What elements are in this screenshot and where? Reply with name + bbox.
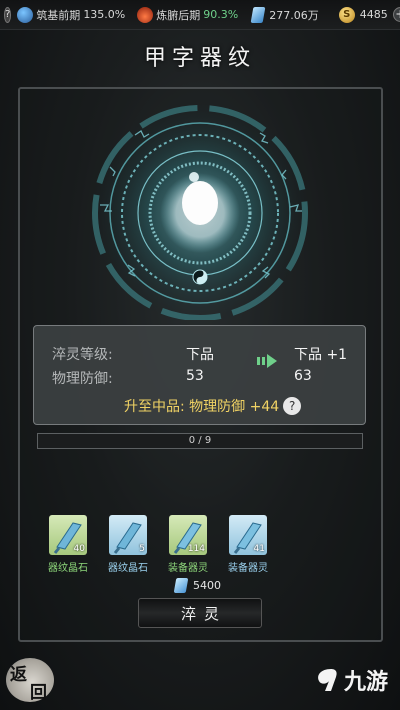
upgrade-progress-bar: 0 / 9 xyxy=(37,433,363,449)
next-defense-value: 63 xyxy=(294,368,312,384)
realm-percent: 135.0% xyxy=(83,8,126,21)
item-count: 41 xyxy=(253,544,265,554)
current-level-value: 下品 xyxy=(186,347,214,363)
item-name: 装备器灵 xyxy=(228,563,268,574)
item-name: 装备器灵 xyxy=(168,563,208,574)
refine-button[interactable]: 淬灵 xyxy=(138,598,262,628)
watermark-text: 九游 xyxy=(343,670,388,695)
cost-value: 5400 xyxy=(193,579,221,592)
rune-circle-graphic xyxy=(88,101,312,325)
arrow-right-icon xyxy=(257,354,277,372)
crystal-stat: 277.06万 xyxy=(250,6,319,23)
material-item[interactable]: 5 器纹晶石 xyxy=(98,515,158,575)
upgrade-bonus-text: 升至中品: 物理防御 +44 xyxy=(124,399,280,415)
coin-icon: S xyxy=(338,6,355,23)
back-button[interactable]: 返 回 xyxy=(6,658,54,703)
upgrade-bonus: 升至中品: 物理防御 +44 ? xyxy=(124,396,302,416)
material-list: 40 器纹晶石 5 器纹晶石 114 装备器灵 41 装备器灵 xyxy=(38,515,278,575)
watermark-logo: 九游 xyxy=(311,664,388,696)
question-icon[interactable]: ? xyxy=(4,6,12,23)
question-icon[interactable]: ? xyxy=(283,397,302,415)
crystal-item-icon: 5 xyxy=(109,515,147,555)
item-count: 114 xyxy=(187,544,205,554)
refine-label: 炼腑后期 xyxy=(156,8,201,22)
spirit-item-icon: 114 xyxy=(169,515,207,555)
item-count: 40 xyxy=(73,544,85,554)
crystal-icon xyxy=(250,6,266,23)
realm-stat: 筑基前期 135.0% xyxy=(17,6,126,23)
level-label: 淬灵等级: xyxy=(52,347,113,363)
top-status-bar: ? 筑基前期 135.0% 炼腑后期 90.3% 277.06万 S 4485 … xyxy=(0,0,400,30)
progress-text: 0 / 9 xyxy=(188,435,212,446)
coin-count: 4485 xyxy=(359,8,388,21)
planet-icon xyxy=(17,6,34,23)
next-level-value: 下品 +1 xyxy=(294,347,348,363)
realm-label: 筑基前期 xyxy=(36,8,81,22)
crystal-item-icon: 40 xyxy=(49,515,87,555)
crystal-count: 277.06万 xyxy=(269,8,319,22)
refine-percent: 90.3% xyxy=(203,8,239,21)
item-count: 5 xyxy=(139,544,145,554)
spirit-item-icon: 41 xyxy=(229,515,267,555)
page-title: 甲字器纹 xyxy=(143,46,256,71)
refine-stat: 炼腑后期 90.3% xyxy=(137,6,239,23)
nine-game-logo-icon xyxy=(318,669,337,691)
upgrade-info-panel: 淬灵等级: 下品 下品 +1 物理防御: 53 63 升至中品: 物理防御 +4… xyxy=(33,325,366,425)
coin-stat: S 4485 + xyxy=(338,6,400,23)
back-label-1: 返 xyxy=(10,665,27,685)
material-item[interactable]: 41 装备器灵 xyxy=(218,515,278,575)
item-name: 器纹晶石 xyxy=(108,563,148,574)
material-item[interactable]: 114 装备器灵 xyxy=(158,515,218,575)
material-item[interactable]: 40 器纹晶石 xyxy=(38,515,98,575)
item-name: 器纹晶石 xyxy=(48,563,88,574)
add-coins-button[interactable]: + xyxy=(392,7,400,22)
crystal-icon xyxy=(173,578,189,593)
back-label-2: 回 xyxy=(30,683,47,703)
current-defense-value: 53 xyxy=(186,368,204,384)
upgrade-cost: 5400 xyxy=(173,578,221,593)
defense-label: 物理防御: xyxy=(52,371,113,387)
fire-orb-icon xyxy=(137,6,154,23)
rune-circle xyxy=(40,95,360,325)
